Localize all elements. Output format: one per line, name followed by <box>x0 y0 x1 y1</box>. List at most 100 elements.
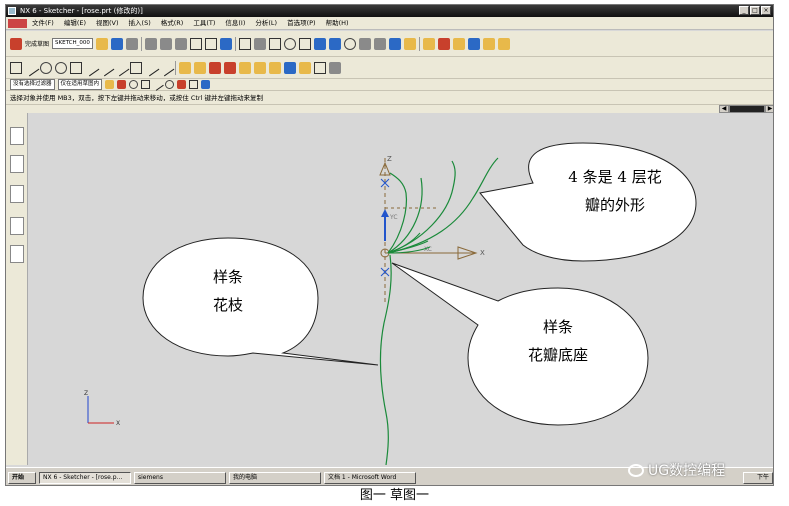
taskbar-item-nx[interactable]: NX 6 - Sketcher - [rose.p... <box>39 471 131 484</box>
existing-point-snap-icon[interactable] <box>189 80 199 89</box>
part-navigator-icon[interactable] <box>10 155 24 173</box>
minimize-button[interactable]: _ <box>739 6 749 15</box>
pan-icon[interactable] <box>298 37 311 50</box>
copy-icon[interactable] <box>159 37 172 50</box>
start-button[interactable]: 开始 <box>8 471 36 484</box>
save-icon[interactable] <box>144 37 157 50</box>
background-icon[interactable] <box>343 37 356 50</box>
endpoint-snap-icon[interactable] <box>117 80 127 89</box>
reattach-icon[interactable] <box>110 37 123 50</box>
profile-icon[interactable] <box>10 61 22 74</box>
nx-menu-icon[interactable] <box>8 19 27 28</box>
title-bar: NX 6 - Sketcher - [rose.prt (修改的)] _ □ × <box>6 5 773 17</box>
zoom-window-icon[interactable] <box>253 37 266 50</box>
orient-view-icon[interactable] <box>95 37 108 50</box>
finish-sketch-label[interactable]: 完成草图 <box>25 39 49 48</box>
assembly-navigator-icon[interactable] <box>10 127 24 145</box>
fit-icon[interactable] <box>238 37 251 50</box>
alternate-solution-icon[interactable] <box>254 61 266 74</box>
selection-scope-select[interactable]: 仅在适用草图内 <box>57 79 103 90</box>
line-icon[interactable] <box>22 59 40 76</box>
redo-icon[interactable] <box>204 37 217 50</box>
maximize-button[interactable]: □ <box>750 6 760 15</box>
section-icon[interactable] <box>388 37 401 50</box>
constraint-icon[interactable] <box>194 61 206 74</box>
stem-spline[interactable] <box>379 254 392 466</box>
mirror-curve-icon[interactable] <box>299 61 311 74</box>
base-callout-line-2: 花瓣底座 <box>527 346 588 364</box>
taskbar-item-word[interactable]: 文档 1 - Microsoft Word <box>324 471 416 484</box>
taskbar-item-my-computer[interactable]: 我的电脑 <box>229 471 321 484</box>
menu-insert[interactable]: 插入(S) <box>124 17 156 29</box>
select-icon[interactable] <box>219 37 232 50</box>
paste-icon[interactable] <box>174 37 187 50</box>
point-on-curve-snap-icon[interactable] <box>201 80 211 89</box>
web-browser-icon[interactable] <box>10 185 24 203</box>
trim-icon[interactable] <box>82 59 100 76</box>
rectangle-icon[interactable] <box>130 61 142 74</box>
zoom-icon[interactable] <box>268 37 281 50</box>
show-constraints-icon[interactable] <box>224 61 236 74</box>
menu-analysis[interactable]: 分析(L) <box>250 17 282 29</box>
snap-point-icon[interactable] <box>105 80 115 89</box>
ruler-icon[interactable] <box>482 37 495 50</box>
menu-view[interactable]: 视图(V) <box>91 17 124 29</box>
roles-icon[interactable] <box>10 245 24 263</box>
studio-spline-icon[interactable] <box>142 59 160 76</box>
type-filter-select[interactable]: 没有选择过滤器 <box>10 79 55 90</box>
scroll-left-arrow[interactable]: ◀ <box>719 105 729 113</box>
menu-info[interactable]: 信息(I) <box>220 17 250 29</box>
dimension-icon[interactable] <box>179 61 191 74</box>
table-icon[interactable] <box>329 61 341 74</box>
quadrant-snap-icon[interactable] <box>177 80 187 89</box>
circle-icon[interactable] <box>55 61 67 74</box>
project-curve-icon[interactable] <box>284 61 296 74</box>
view-orient-icon[interactable] <box>328 37 341 50</box>
control-point-snap-icon[interactable] <box>151 78 164 91</box>
intersection-snap-icon[interactable] <box>165 80 175 89</box>
history-icon[interactable] <box>10 217 24 235</box>
stem-callout-line-1: 样条 <box>212 268 243 286</box>
resource-scroll-strip: ◀ ▶ <box>6 105 773 113</box>
intersection-icon[interactable] <box>314 61 326 74</box>
measure-icon[interactable] <box>422 37 435 50</box>
color-icon[interactable] <box>373 37 386 50</box>
rotate-icon[interactable] <box>283 37 296 50</box>
scroll-thumb[interactable] <box>729 105 765 113</box>
close-button[interactable]: × <box>761 6 771 15</box>
scroll-right-arrow[interactable]: ▶ <box>765 105 773 113</box>
menu-bar: 文件(F) 编辑(E) 视图(V) 插入(S) 格式(R) 工具(T) 信息(I… <box>6 17 773 30</box>
selection-bar: 没有选择过滤器 仅在适用草图内 <box>6 78 773 91</box>
drafting-icon[interactable] <box>497 37 510 50</box>
menu-tools[interactable]: 工具(T) <box>188 17 220 29</box>
menu-format[interactable]: 格式(R) <box>156 17 189 29</box>
finish-sketch-flag-icon[interactable] <box>10 37 22 50</box>
layer-icon[interactable] <box>358 37 371 50</box>
petal-spline-3[interactable] <box>387 160 456 254</box>
graphics-window[interactable]: Z X YC XC Z X 4 条是 4 层花 瓣的外形 样条 花枝 样条 花瓣… <box>28 113 773 466</box>
render-style-icon[interactable] <box>313 37 326 50</box>
menu-preferences[interactable]: 首选项(P) <box>282 17 321 29</box>
extend-icon[interactable] <box>97 59 115 76</box>
menu-help[interactable]: 帮助(H) <box>321 17 354 29</box>
snap-icon[interactable] <box>403 37 416 50</box>
menu-file[interactable]: 文件(F) <box>27 17 59 29</box>
sketch-name-select[interactable]: SKETCH_000 <box>52 38 93 49</box>
corner-icon[interactable] <box>112 59 130 76</box>
undo-icon[interactable] <box>189 37 202 50</box>
convert-reference-icon[interactable] <box>239 61 251 74</box>
arc-icon[interactable] <box>40 61 52 74</box>
update-model-icon[interactable] <box>125 37 138 50</box>
taskbar-item-siemens[interactable]: siemens <box>134 471 226 484</box>
arc-center-snap-icon[interactable] <box>129 80 139 89</box>
auto-constraint-icon[interactable] <box>209 61 221 74</box>
hide-icon[interactable] <box>452 37 465 50</box>
midpoint-snap-icon[interactable] <box>141 80 151 89</box>
show-icon[interactable] <box>467 37 480 50</box>
point-icon[interactable] <box>157 59 175 76</box>
spline-pole-marker[interactable] <box>380 267 390 277</box>
analysis-icon[interactable] <box>437 37 450 50</box>
fillet-icon[interactable] <box>70 61 82 74</box>
menu-edit[interactable]: 编辑(E) <box>59 17 91 29</box>
offset-curve-icon[interactable] <box>269 61 281 74</box>
